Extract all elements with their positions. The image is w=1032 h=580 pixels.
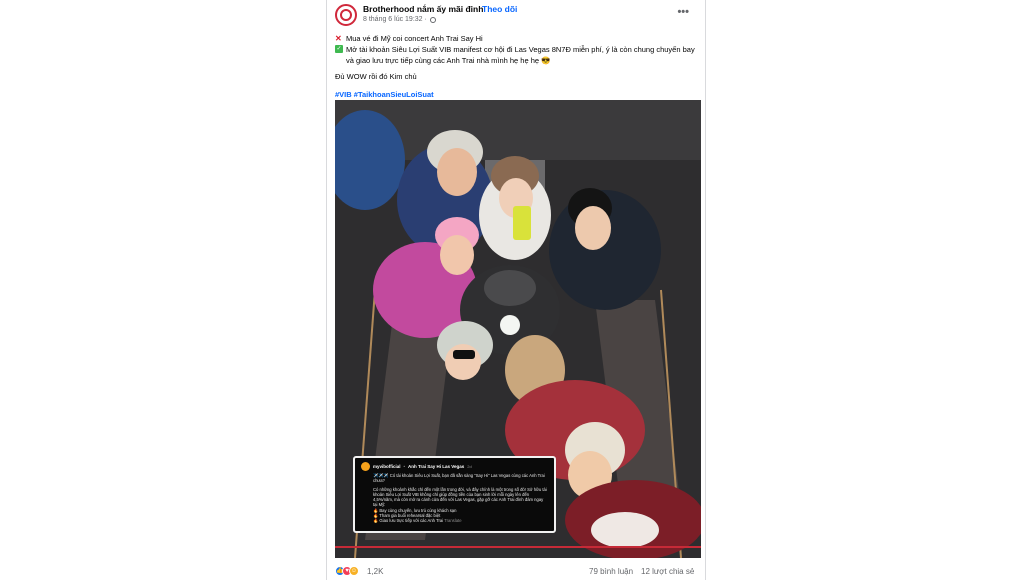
ig-intro: ✈️✈️✈️ Có tài khoản Siêu Lợi Suất, bạn đ… [373, 473, 545, 484]
globe-icon [429, 16, 436, 23]
red-cross-icon: ✕ [335, 34, 342, 43]
vib-logo-icon [361, 462, 370, 471]
separator-dot: · [475, 4, 478, 14]
haha-icon: ☺ [349, 566, 359, 576]
facebook-post: Brotherhood nắm ấy mãi đỉnh · Theo dõi 8… [326, 0, 706, 580]
reaction-count[interactable]: 1,2K [367, 567, 383, 576]
ig-username: myvibofficial [373, 463, 401, 469]
post-text: ✕ Mua vé đi Mỹ coi concert Anh Trai Say … [327, 28, 705, 100]
reaction-icons[interactable]: 👍 ♥ ☺ [335, 566, 359, 576]
follow-button[interactable]: Theo dõi [482, 4, 517, 14]
avatar-logo-icon [340, 9, 352, 21]
share-count[interactable]: 12 lượt chia sẻ [641, 567, 694, 576]
hashtags: #VIB #TaikhoanSieuLoiSuat [335, 89, 697, 100]
post-footer: 👍 ♥ ☺ 1,2K 79 bình luận 12 lượt chia sẻ [327, 562, 707, 580]
ig-body: Có những khoảnh khắc chỉ đến một lần tro… [373, 486, 547, 508]
ig-card-header: myvibofficial • Anh Trai Say Hi Las Vega… [361, 462, 548, 471]
ig-verified-icon: • [403, 463, 405, 469]
post-line-1: ✕ Mua vé đi Mỹ coi concert Anh Trai Say … [335, 33, 697, 44]
ig-bullet-3: 🔥 Giao lưu trực tiếp với các Anh Trai [373, 518, 444, 524]
post-meta: 8 tháng 6 lúc 19:32 · [363, 16, 436, 23]
page-name[interactable]: Brotherhood nắm ấy mãi đỉnh [363, 4, 483, 14]
instagram-caption-card: myvibofficial • Anh Trai Say Hi Las Vega… [353, 456, 556, 533]
ig-translate: Translate [444, 518, 462, 524]
hashtag-taikhoan[interactable]: #TaikhoanSieuLoiSuat [354, 90, 434, 99]
post-photo[interactable]: myvibofficial • Anh Trai Say Hi Las Vega… [335, 100, 701, 558]
page-avatar[interactable] [335, 4, 357, 26]
post-header: Brotherhood nắm ấy mãi đỉnh · Theo dõi 8… [327, 0, 705, 28]
more-options-icon[interactable]: ••• [677, 6, 689, 18]
green-check-icon: ✓ [335, 45, 343, 53]
post-line-2: ✓ Mở tài khoản Siêu Lợi Suất VIB manifes… [335, 44, 697, 66]
comment-count[interactable]: 79 bình luận [589, 567, 633, 576]
post-line-1-text: Mua vé đi Mỹ coi concert Anh Trai Say Hi [346, 34, 483, 43]
post-timestamp[interactable]: 8 tháng 6 lúc 19:32 · [363, 16, 427, 23]
progress-divider [335, 546, 701, 548]
ig-time: 2d [467, 463, 472, 469]
ig-bullet-3-row: 🔥 Giao lưu trực tiếp với các Anh Trai Tr… [373, 518, 548, 523]
post-line-2-text: Mở tài khoản Siêu Lợi Suất VIB manifest … [346, 45, 695, 65]
hashtag-vib[interactable]: #VIB [335, 90, 352, 99]
ig-caption-title: Anh Trai Say Hi Las Vegas [407, 463, 465, 469]
post-line-3: Đủ WOW rồi đó Kim chủ [335, 72, 417, 81]
